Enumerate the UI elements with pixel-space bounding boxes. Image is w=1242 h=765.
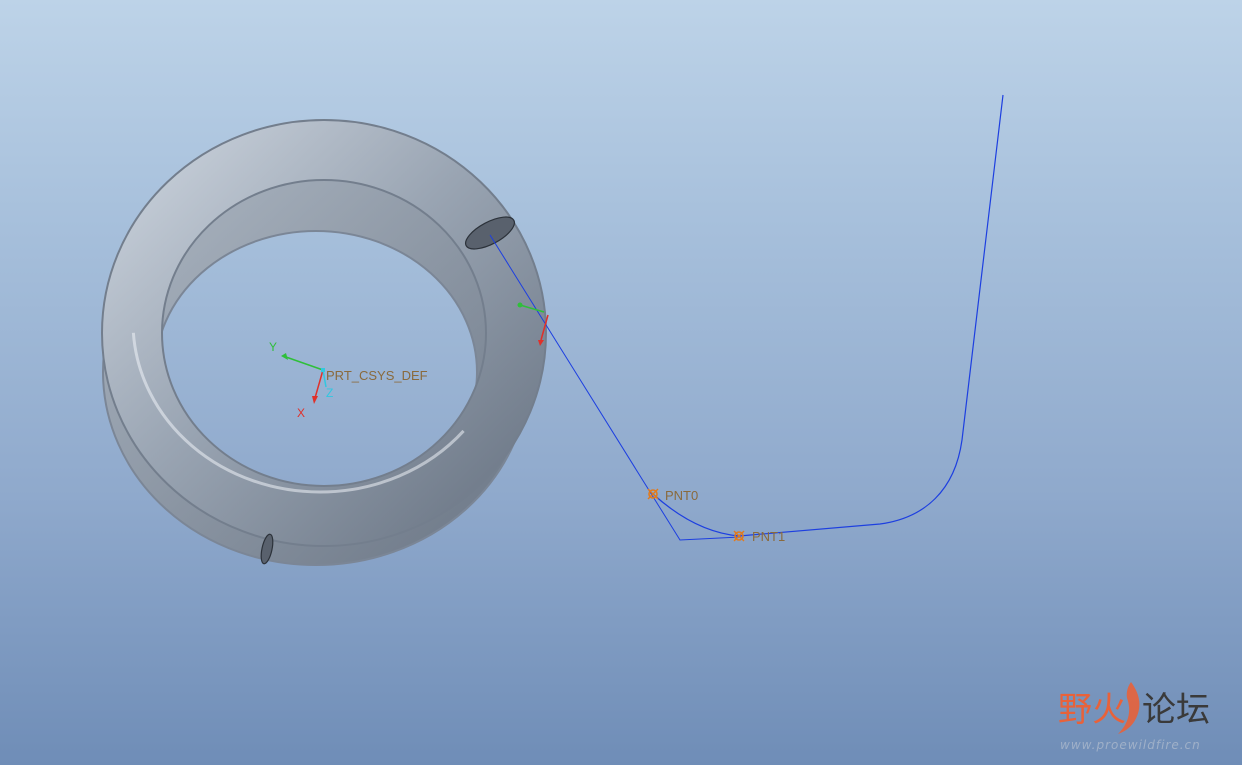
csys-name-label[interactable]: PRT_CSYS_DEF [326,368,428,383]
datum-point-pnt0-label[interactable]: PNT0 [665,488,698,503]
datum-point-pnt1-marker[interactable] [733,530,745,542]
trajectory-curve[interactable] [652,94,1004,537]
watermark-url: www.proewildfire.cn [1060,738,1201,752]
default-csys-icon[interactable] [281,353,327,404]
datum-point-pnt0-marker[interactable] [647,488,659,500]
csys-axis-z-label: Z [326,386,334,400]
model-viewport[interactable]: Y X Z PRT_CSYS_DEF PNT0 PNT1 野火 论坛 www.p… [0,0,1242,765]
model-canvas[interactable] [0,0,1242,765]
csys-axis-x-label: X [297,406,306,420]
csys-axis-y-label: Y [269,340,278,354]
watermark-text-part2: 论坛 [1142,690,1210,730]
watermark-text-part1: 野火 [1058,690,1126,730]
datum-point-pnt1-label[interactable]: PNT1 [752,529,785,544]
watermark: 野火 论坛 www.proewildfire.cn [1056,690,1236,760]
